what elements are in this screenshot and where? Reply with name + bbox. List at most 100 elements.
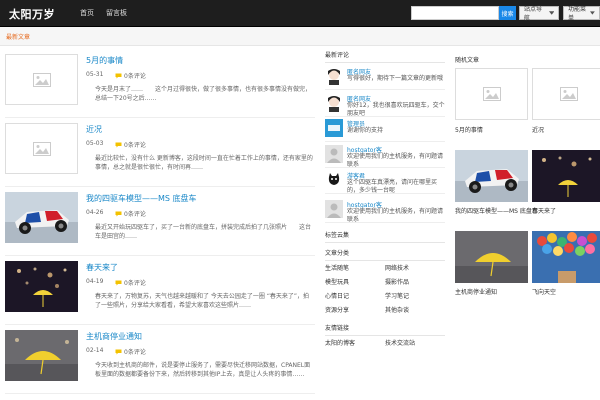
article-comments[interactable]: 0条评论: [115, 347, 146, 356]
article-comments[interactable]: 0条评论: [115, 278, 146, 287]
comment-item: 管理员 谢谢你的支持: [325, 116, 445, 142]
nav-home[interactable]: 首页: [80, 8, 94, 18]
site-logo[interactable]: 太阳万岁: [9, 6, 55, 22]
category-link[interactable]: 资源分享: [325, 305, 349, 314]
balloons-photo: [532, 231, 600, 283]
site-nav-dropdown[interactable]: 站点导航: [519, 6, 559, 22]
image-placeholder-icon: [32, 141, 51, 156]
random-post-caption[interactable]: 主机商停业通知: [455, 287, 497, 296]
random-post-thumbnail[interactable]: [532, 68, 600, 120]
avatar[interactable]: [325, 67, 343, 85]
breadcrumb[interactable]: 最新文章: [6, 32, 30, 41]
random-post-thumbnail[interactable]: [455, 68, 528, 120]
top-header: 太阳万岁 首页 留言板 搜索 站点导航 功能菜单: [0, 0, 600, 27]
random-post-thumbnail[interactable]: [455, 231, 528, 283]
category-link[interactable]: 模型玩具: [325, 277, 349, 286]
article-excerpt: 最近又开始玩四驱车了，买了一台新的底盘车，拼装完成后拍了几张照片 这台车是田宫的…: [95, 224, 312, 241]
friend-link[interactable]: 太阳的博客: [325, 338, 355, 347]
avatar[interactable]: [325, 119, 343, 137]
chevron-down-icon: [548, 11, 554, 15]
comment-text[interactable]: 欢迎使用我们的主机服务，有问题请联系: [347, 208, 445, 225]
site-nav-label: 站点导航: [524, 6, 543, 22]
article-comment-count: 0条评论: [124, 280, 146, 287]
article-date: 04-26: [86, 209, 104, 216]
article-title[interactable]: 我的四驱车模型——MS 底盘车: [86, 193, 197, 204]
function-menu-dropdown[interactable]: 功能菜单: [563, 6, 600, 22]
article-comment-count: 0条评论: [124, 349, 146, 356]
random-post-caption[interactable]: 5月的事情: [455, 125, 483, 134]
article-date: 05-03: [86, 140, 104, 147]
blue-logo-avatar: [325, 119, 343, 137]
article-title[interactable]: 5月的事情: [86, 55, 123, 66]
avatar[interactable]: [325, 145, 343, 163]
recent-comments-title: 最新评论: [325, 50, 445, 63]
article-thumbnail[interactable]: [5, 192, 78, 243]
random-post-caption[interactable]: 飞向天空: [532, 287, 556, 296]
rc-car-photo: [455, 150, 528, 202]
random-post-thumbnail[interactable]: [532, 231, 600, 283]
avatar[interactable]: [325, 94, 343, 112]
article-title[interactable]: 近况: [86, 124, 102, 135]
article-date: 04-19: [86, 278, 104, 285]
avatar[interactable]: [325, 171, 343, 189]
search-button[interactable]: 搜索: [499, 6, 516, 20]
comment-icon: [115, 142, 122, 147]
article-thumbnail[interactable]: [5, 261, 78, 312]
recent-comments-section: 最新评论: [325, 50, 445, 63]
friend-link[interactable]: 技术交流站: [385, 338, 415, 347]
article-comment-count: 0条评论: [124, 211, 146, 218]
article-comments[interactable]: 0条评论: [115, 71, 146, 80]
comment-icon: [115, 73, 122, 78]
category-link[interactable]: 心情日记: [325, 291, 349, 300]
category-link[interactable]: 学习笔记: [385, 291, 409, 300]
random-post-thumbnail[interactable]: [455, 150, 528, 202]
article-item: 5月的事情 05-31 0条评论 今天是月末了…… 这个月过得很快，做了很多事情…: [5, 54, 315, 118]
article-excerpt: 最近比较忙，没有什么 更新博客，这段时间一直在忙着工作上的事情，还有家里的事情，…: [95, 155, 313, 172]
yellow-umbrella-photo: [455, 231, 528, 283]
default-user-icon: [325, 200, 343, 218]
nav-guestbook[interactable]: 留言板: [106, 8, 127, 18]
category-link[interactable]: 摄影作品: [385, 277, 409, 286]
random-post-caption[interactable]: 我的四驱车模型——MS 底盘车: [455, 206, 538, 215]
article-date: 05-31: [86, 71, 104, 78]
article-comment-count: 0条评论: [124, 142, 146, 149]
random-posts-title: 随机文章: [455, 57, 480, 64]
random-post-caption[interactable]: 近况: [532, 125, 544, 134]
comment-icon: [115, 211, 122, 216]
comment-icon: [115, 280, 122, 285]
search-input[interactable]: [411, 6, 499, 20]
article-title[interactable]: 主机商停业通知: [86, 331, 142, 342]
rc-car-photo: [5, 192, 78, 243]
category-link[interactable]: 其他杂谈: [385, 305, 409, 314]
article-date: 02-14: [86, 347, 104, 354]
categories-section-title: 文章分类: [325, 248, 445, 261]
category-link[interactable]: 网络技术: [385, 263, 409, 272]
comment-text[interactable]: 谢谢你的支持: [347, 127, 445, 135]
black-cat-avatar: [325, 171, 343, 189]
random-post-thumbnail[interactable]: [532, 150, 600, 202]
article-title[interactable]: 春天来了: [86, 262, 118, 273]
article-comments[interactable]: 0条评论: [115, 209, 146, 218]
avatar[interactable]: [325, 200, 343, 218]
comment-item: 匿名网友 写得很好，期待下一篇文章的更新哦: [325, 64, 445, 90]
comment-item: 游客君 这个四驱车真漂亮，请问在哪里买的，多少钱一台呢: [325, 168, 445, 194]
yellow-umbrella-photo: [5, 330, 78, 381]
article-excerpt: 今天是月末了…… 这个月过得很快，做了很多事情，也有很多事情没有做完，总结一下2…: [95, 86, 312, 103]
comment-item: 匿名网友 你好12，我也很喜欢玩四驱车，交个朋友吧: [325, 91, 445, 117]
comment-text[interactable]: 这个四驱车真漂亮，请问在哪里买的，多少钱一台呢: [347, 179, 445, 196]
night-lights-photo: [5, 261, 78, 312]
image-placeholder-icon: [32, 72, 51, 87]
tags-section-title: 标签云集: [325, 230, 445, 243]
article-item: 近况 05-03 0条评论 最近比较忙，没有什么 更新博客，这段时间一直在忙着工…: [5, 123, 315, 187]
article-thumbnail[interactable]: [5, 54, 78, 105]
article-comments[interactable]: 0条评论: [115, 140, 146, 149]
article-item: 春天来了 04-19 0条评论 春天来了，万物复苏，天气也越来越暖和了 今天去公…: [5, 261, 315, 325]
image-placeholder-icon: [559, 87, 578, 101]
comment-text[interactable]: 写得很好，期待下一篇文章的更新哦: [347, 75, 445, 83]
category-link[interactable]: 生活随笔: [325, 263, 349, 272]
random-post-caption[interactable]: 春天来了: [532, 206, 556, 215]
article-thumbnail[interactable]: [5, 123, 78, 174]
anime-girl-avatar: [325, 67, 343, 85]
article-item: 我的四驱车模型——MS 底盘车 04-26 0条评论 最近又开始玩四驱车了，买了…: [5, 192, 315, 256]
article-thumbnail[interactable]: [5, 330, 78, 381]
